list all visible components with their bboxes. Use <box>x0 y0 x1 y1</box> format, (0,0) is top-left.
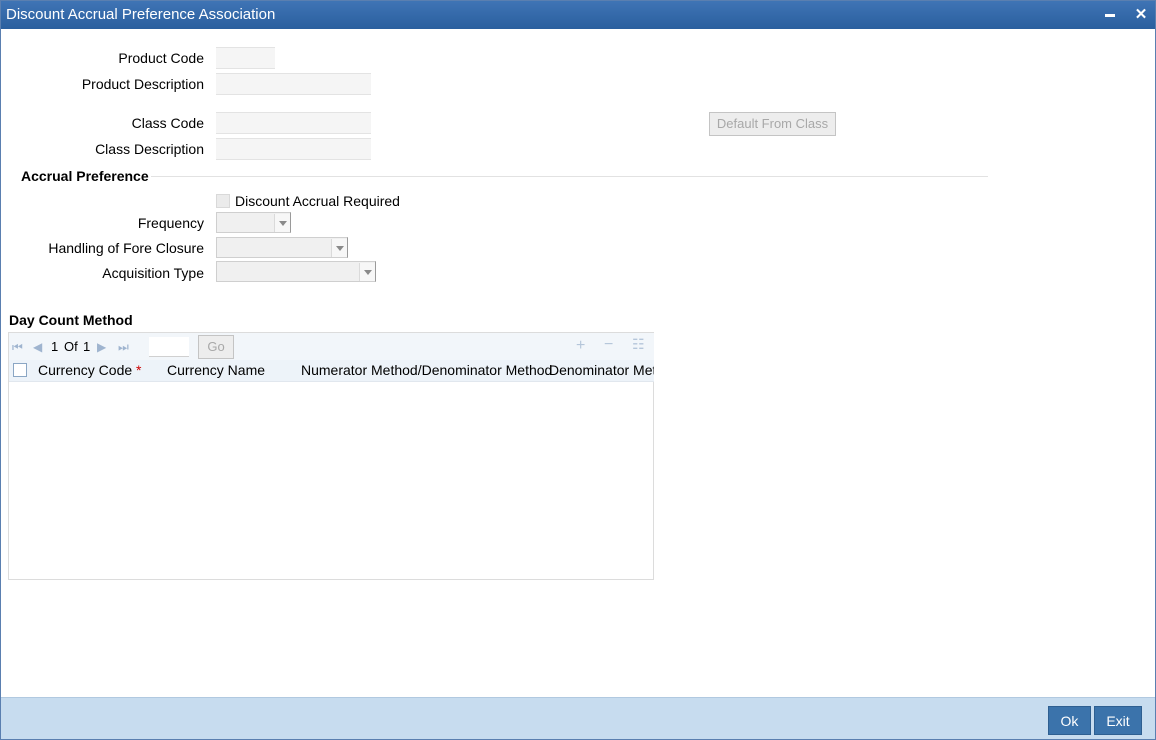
section-divider <box>151 176 988 177</box>
window-title: Discount Accrual Preference Association <box>6 6 276 23</box>
close-icon[interactable]: ✕ <box>1130 1 1152 29</box>
product-code-label: Product Code <box>118 50 204 66</box>
discount-accrual-required-checkbox[interactable] <box>216 194 230 208</box>
go-button[interactable]: Go <box>198 335 234 359</box>
chevron-down-icon[interactable] <box>331 239 347 257</box>
column-header-numerator-denominator[interactable]: Numerator Method/Denominator Method <box>301 362 552 378</box>
exit-button[interactable]: Exit <box>1094 706 1142 735</box>
minimize-icon[interactable]: ▬ <box>1099 1 1121 29</box>
add-row-icon[interactable]: + <box>576 337 585 355</box>
product-description-field[interactable] <box>216 73 371 95</box>
prev-page-icon[interactable]: ◀ <box>33 340 42 354</box>
total-pages: 1 <box>83 339 91 354</box>
page-number-input[interactable] <box>149 337 189 357</box>
column-header-currency-name[interactable]: Currency Name <box>167 362 265 378</box>
page-of-label: Of <box>64 339 78 354</box>
chevron-down-icon[interactable] <box>359 263 375 281</box>
product-description-label: Product Description <box>81 76 204 92</box>
delete-row-icon[interactable]: − <box>604 336 613 354</box>
column-label: Currency Code <box>38 362 133 378</box>
next-page-icon[interactable]: ▶ <box>97 340 106 354</box>
first-page-icon[interactable]: ⏮ <box>12 340 23 355</box>
handling-fore-closure-select[interactable] <box>216 237 348 258</box>
day-count-grid: ⏮ ◀ 1 Of 1 ▶ ⏭ Go + − ☷ Currency Code * … <box>8 332 654 580</box>
select-all-checkbox[interactable] <box>13 363 27 377</box>
frequency-label: Frequency <box>137 215 204 231</box>
last-page-icon[interactable]: ⏭ <box>118 340 129 355</box>
day-count-method-title: Day Count Method <box>9 312 133 328</box>
acquisition-type-select[interactable] <box>216 261 376 282</box>
required-marker: * <box>136 362 142 378</box>
acquisition-type-label: Acquisition Type <box>102 265 204 281</box>
default-from-class-button[interactable]: Default From Class <box>709 112 836 136</box>
current-page: 1 <box>51 339 59 354</box>
single-view-icon[interactable]: ☷ <box>632 336 645 353</box>
column-header-currency-code[interactable]: Currency Code * <box>38 362 142 378</box>
discount-accrual-required-label: Discount Accrual Required <box>235 193 400 209</box>
product-code-field[interactable] <box>216 47 275 69</box>
grid-toolbar: ⏮ ◀ 1 Of 1 ▶ ⏭ Go + − ☷ <box>9 333 654 360</box>
handling-fore-closure-label: Handling of Fore Closure <box>48 240 204 256</box>
chevron-down-icon[interactable] <box>274 214 290 232</box>
class-description-label: Class Description <box>95 141 204 157</box>
dialog-window: Discount Accrual Preference Association … <box>0 0 1156 740</box>
ok-button[interactable]: Ok <box>1048 706 1091 735</box>
title-bar: Discount Accrual Preference Association … <box>1 1 1155 29</box>
grid-header: Currency Code * Currency Name Numerator … <box>9 360 654 382</box>
class-code-label: Class Code <box>131 115 204 131</box>
frequency-select[interactable] <box>216 212 291 233</box>
class-description-field[interactable] <box>216 138 371 160</box>
column-header-denominator-method[interactable]: Denominator Meth <box>549 362 654 378</box>
footer-bar: Ok Exit <box>1 697 1155 739</box>
class-code-field[interactable] <box>216 112 371 134</box>
accrual-preference-title: Accrual Preference <box>21 168 149 184</box>
